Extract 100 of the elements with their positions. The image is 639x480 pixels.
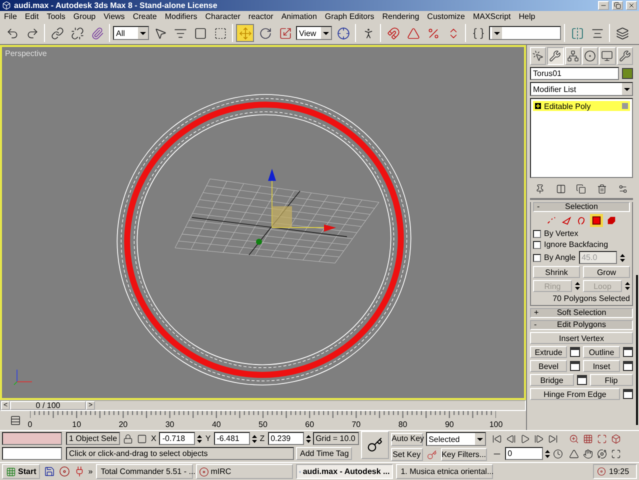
menu-item[interactable]: Views (104, 12, 125, 21)
toolbar-dropdown[interactable]: View (296, 26, 332, 40)
maximize-button[interactable] (612, 1, 623, 10)
viewport-nav-button[interactable] (582, 432, 594, 444)
viewport-nav-button[interactable] (596, 432, 608, 444)
stack-tool-button[interactable] (575, 183, 588, 195)
selection-button[interactable]: Grow (583, 266, 630, 278)
edit-polygons-button[interactable]: Flip (590, 374, 633, 386)
viewport-nav-button[interactable] (582, 448, 594, 460)
add-time-tag-button[interactable]: Add Time Tag (296, 447, 352, 460)
edit-polygons-button[interactable]: Bridge (530, 374, 574, 386)
set-key-button[interactable]: Set Key (390, 448, 423, 461)
sub-object-level[interactable] (605, 214, 618, 227)
menu-item[interactable]: Help (518, 12, 536, 21)
viewport-nav-button[interactable] (610, 448, 622, 460)
key-icon-button[interactable] (426, 448, 438, 460)
modifier-list-dropdown[interactable]: Modifier List (530, 82, 633, 96)
viewport-nav-button[interactable] (596, 448, 608, 460)
rollout-header[interactable]: + Soft Selection (530, 308, 633, 318)
quick-launch-button[interactable] (43, 466, 56, 478)
sub-object-level[interactable] (560, 214, 573, 227)
stack-tool-button[interactable] (616, 183, 629, 195)
object-color-swatch[interactable] (622, 68, 633, 79)
toolbar-dropdown[interactable]: All (113, 26, 149, 40)
playback-button[interactable] (532, 432, 545, 444)
y-coordinate-field[interactable]: -6.481 (214, 432, 250, 445)
menu-item[interactable]: Customize (427, 12, 465, 21)
settings-button[interactable] (576, 375, 586, 385)
panel-tab[interactable] (530, 47, 546, 65)
menu-item[interactable]: Rendering (382, 12, 420, 21)
settings-button[interactable] (570, 361, 580, 371)
rollout-header[interactable]: - Edit Polygons (530, 320, 633, 330)
scale-icon (278, 26, 292, 40)
edit-polygons-button[interactable]: Outline (583, 346, 620, 358)
time-slider-thumb[interactable]: 0 / 100 (10, 401, 86, 410)
viewport-nav-button[interactable] (610, 432, 622, 444)
menu-item[interactable]: Create (132, 12, 157, 21)
selection-button[interactable]: Shrink (533, 266, 580, 278)
settings-button[interactable] (623, 347, 633, 357)
settings-button[interactable] (623, 389, 633, 399)
spinner-icon[interactable] (620, 252, 625, 262)
checkbox[interactable] (533, 230, 541, 238)
viewport-nav-button[interactable] (568, 448, 580, 460)
lock-button[interactable] (122, 432, 134, 444)
taskbar-button[interactable]: audi.max - Autodesk ... (296, 464, 393, 479)
taskbar-button[interactable]: mIRC (196, 464, 293, 479)
rollout-header[interactable]: - Selection (533, 202, 630, 212)
stack-tool-button[interactable] (554, 183, 567, 195)
panel-tab[interactable] (616, 47, 633, 65)
menu-item[interactable]: Character (205, 12, 240, 21)
menu-item[interactable]: Tools (46, 12, 66, 21)
tray-icon (597, 467, 606, 476)
close-button[interactable] (626, 1, 637, 10)
menu-item[interactable]: Modifiers (164, 12, 198, 21)
taskbar-button[interactable]: Total Commander 5.51 - ... (96, 464, 193, 479)
edit-polygons-button[interactable]: Bevel (530, 360, 567, 372)
menu-item[interactable]: reactor (248, 12, 274, 21)
settings-button[interactable] (570, 347, 580, 357)
key-mode-dropdown[interactable]: Selected (426, 432, 486, 446)
playback-button[interactable] (546, 432, 559, 444)
sub-object-level[interactable] (590, 214, 603, 227)
panel-tab[interactable] (599, 47, 616, 65)
playback-button[interactable] (490, 432, 503, 444)
edit-polygons-button[interactable]: Hinge From Edge (530, 388, 620, 400)
panel-tab[interactable] (547, 47, 564, 65)
maxscript-listener-field[interactable] (2, 432, 62, 445)
object-name-field[interactable]: Torus01 (530, 67, 619, 80)
menu-item[interactable]: MAXScript (472, 12, 511, 21)
key-mode-button[interactable] (360, 431, 389, 459)
panel-tab[interactable] (564, 47, 581, 65)
key-filters-button[interactable]: Key Filters... (440, 448, 487, 461)
menu-item[interactable]: Edit (24, 12, 39, 21)
minimize-button[interactable] (598, 1, 609, 10)
toolbar-dropdown[interactable] (489, 26, 561, 40)
menu-item[interactable]: Graph Editors (324, 12, 374, 21)
viewport-nav-button[interactable] (568, 432, 580, 444)
x-coordinate-field[interactable]: -0.718 (159, 432, 196, 445)
edit-polygons-button[interactable]: Insert Vertex (530, 332, 633, 344)
stack-tool-button[interactable] (596, 183, 608, 195)
checkbox[interactable] (533, 240, 541, 248)
z-coordinate-field[interactable]: 0.239 (268, 432, 304, 445)
stack-item[interactable]: Editable Poly (533, 101, 630, 111)
absolute-mode-button[interactable] (136, 432, 148, 444)
start-button[interactable]: Start (2, 464, 40, 479)
sub-object-icon (591, 215, 602, 226)
time-configuration-button[interactable] (552, 448, 564, 460)
playback-button[interactable] (504, 432, 517, 444)
menu-item[interactable]: File (4, 12, 17, 21)
menu-item[interactable]: Animation (281, 12, 317, 21)
plug-icon (74, 466, 85, 477)
maxscript-input-field[interactable] (2, 447, 62, 460)
menu-item[interactable]: Group (73, 12, 96, 21)
more-quick-launch[interactable]: » (88, 467, 93, 476)
current-frame-field[interactable]: 0 (504, 447, 543, 460)
taskbar-button[interactable]: 1. Musica etnica oriental... (396, 464, 493, 479)
panel-tab[interactable] (582, 47, 598, 65)
edit-polygons-button[interactable]: Inset (583, 360, 620, 372)
settings-button[interactable] (623, 361, 633, 371)
auto-key-button[interactable]: Auto Key (390, 432, 423, 446)
edit-polygons-button[interactable]: Extrude (530, 346, 567, 358)
